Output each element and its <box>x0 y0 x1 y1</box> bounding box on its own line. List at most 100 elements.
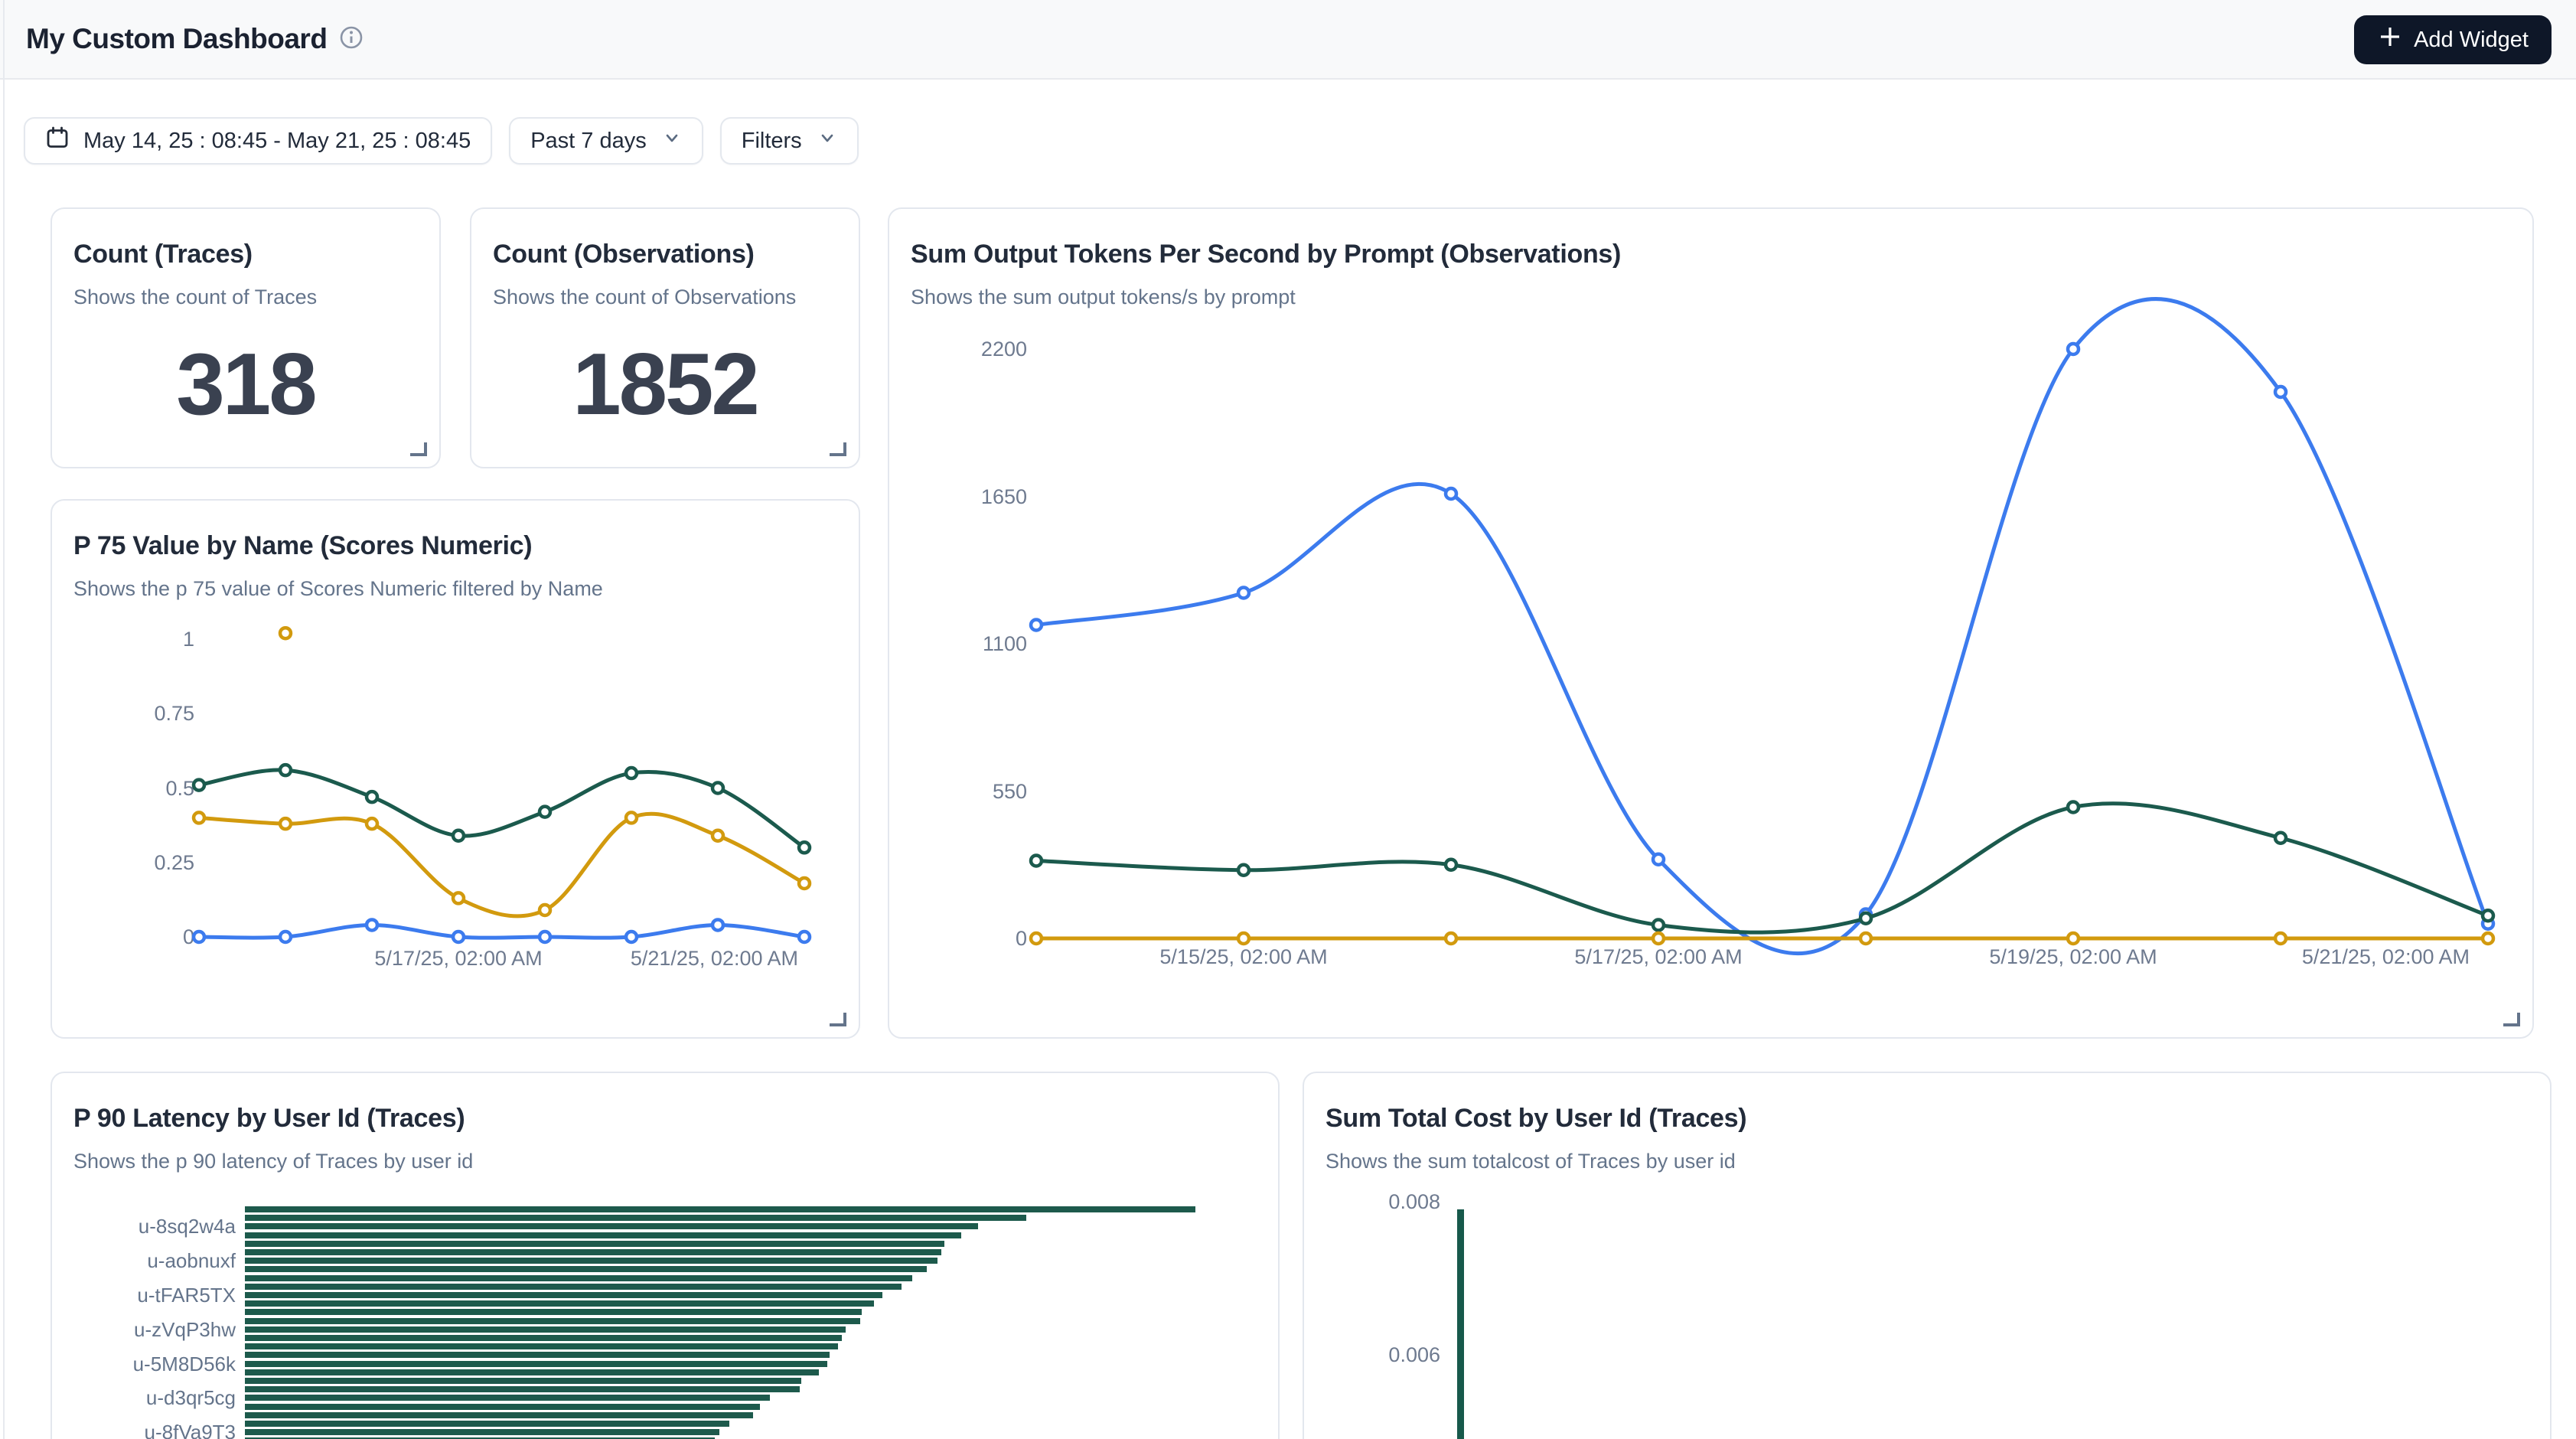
latency-bar[interactable] <box>245 1309 862 1315</box>
latency-bar[interactable] <box>245 1223 978 1229</box>
bar-row-label: u-tFAR5TX <box>52 1284 236 1306</box>
data-point-marker[interactable] <box>280 628 291 638</box>
data-point-marker[interactable] <box>540 905 550 915</box>
data-point-marker[interactable] <box>2275 833 2286 843</box>
info-icon[interactable] <box>339 25 364 54</box>
data-point-marker[interactable] <box>799 842 810 853</box>
line-series-path <box>1036 804 2488 932</box>
latency-bar[interactable] <box>245 1412 753 1418</box>
count-observations-value: 1852 <box>471 334 859 435</box>
time-preset-dropdown[interactable]: Past 7 days <box>509 117 703 165</box>
latency-bar[interactable] <box>245 1335 842 1341</box>
data-point-marker[interactable] <box>1238 588 1249 599</box>
latency-bar[interactable] <box>245 1352 830 1358</box>
latency-bar[interactable] <box>245 1206 1195 1212</box>
data-point-marker[interactable] <box>1238 933 1249 944</box>
data-point-marker[interactable] <box>367 791 377 802</box>
data-point-marker[interactable] <box>2068 344 2079 354</box>
data-point-marker[interactable] <box>712 830 723 841</box>
widget-description: Shows the p 90 latency of Traces by user… <box>73 1150 473 1173</box>
data-point-marker[interactable] <box>280 765 291 775</box>
data-point-marker[interactable] <box>626 812 637 823</box>
data-point-marker[interactable] <box>1860 913 1871 924</box>
data-point-marker[interactable] <box>194 780 204 791</box>
widget-description: Shows the sum totalcost of Traces by use… <box>1325 1150 1736 1173</box>
latency-bar[interactable] <box>245 1361 827 1367</box>
data-point-marker[interactable] <box>712 919 723 930</box>
data-point-marker[interactable] <box>1031 856 1042 866</box>
data-point-marker[interactable] <box>2483 910 2493 921</box>
latency-bar[interactable] <box>245 1275 912 1281</box>
time-preset-value: Past 7 days <box>530 129 647 154</box>
data-point-marker[interactable] <box>367 919 377 930</box>
data-point-marker[interactable] <box>280 932 291 942</box>
latency-bar[interactable] <box>245 1258 937 1264</box>
data-point-marker[interactable] <box>712 783 723 794</box>
data-point-marker[interactable] <box>2068 933 2079 944</box>
latency-bar[interactable] <box>245 1421 729 1427</box>
data-point-marker[interactable] <box>1031 620 1042 631</box>
bar-row-label: u-zVqP3hw <box>52 1319 236 1340</box>
data-point-marker[interactable] <box>2275 387 2286 397</box>
widget-description: Shows the count of Traces <box>73 286 317 309</box>
data-point-marker[interactable] <box>453 932 464 942</box>
filters-label: Filters <box>742 129 802 154</box>
resize-handle-icon[interactable] <box>410 442 427 456</box>
latency-bar[interactable] <box>245 1386 800 1392</box>
latency-bar[interactable] <box>245 1378 801 1384</box>
tokens-per-second-plot <box>889 209 2532 1037</box>
data-point-marker[interactable] <box>1860 933 1871 944</box>
data-point-marker[interactable] <box>626 932 637 942</box>
latency-bar[interactable] <box>245 1284 902 1290</box>
data-point-marker[interactable] <box>280 818 291 829</box>
latency-bar[interactable] <box>245 1326 846 1333</box>
data-point-marker[interactable] <box>453 830 464 841</box>
data-point-marker[interactable] <box>1446 860 1456 870</box>
latency-bar[interactable] <box>245 1292 882 1298</box>
data-point-marker[interactable] <box>1446 933 1456 944</box>
data-point-marker[interactable] <box>194 812 204 823</box>
data-point-marker[interactable] <box>1031 933 1042 944</box>
latency-bar[interactable] <box>245 1232 961 1238</box>
resize-handle-icon[interactable] <box>830 442 846 456</box>
latency-bar[interactable] <box>245 1266 927 1272</box>
bar-row-label: u-d3qr5cg <box>52 1387 236 1408</box>
add-widget-button[interactable]: Add Widget <box>2354 15 2552 64</box>
data-point-marker[interactable] <box>1446 488 1456 499</box>
data-point-marker[interactable] <box>626 768 637 778</box>
latency-bar[interactable] <box>245 1300 874 1307</box>
latency-bar[interactable] <box>245 1404 760 1410</box>
data-point-marker[interactable] <box>799 932 810 942</box>
data-point-marker[interactable] <box>540 807 550 817</box>
data-point-marker[interactable] <box>367 818 377 829</box>
data-point-marker[interactable] <box>194 932 204 942</box>
chevron-down-icon <box>817 128 837 154</box>
latency-bar[interactable] <box>245 1215 1026 1221</box>
data-point-marker[interactable] <box>1653 933 1664 944</box>
data-point-marker[interactable] <box>2068 802 2079 813</box>
latency-bar[interactable] <box>245 1241 944 1247</box>
data-point-marker[interactable] <box>2275 933 2286 944</box>
y-axis-tick-label: 0.006 <box>1304 1343 1440 1366</box>
date-range-picker[interactable]: May 14, 25 : 08:45 - May 21, 25 : 08:45 <box>24 117 492 165</box>
cost-bar[interactable] <box>1457 1209 1464 1439</box>
data-point-marker[interactable] <box>1653 920 1664 931</box>
latency-bar[interactable] <box>245 1369 819 1375</box>
widget-total-cost-chart: Sum Total Cost by User Id (Traces) Shows… <box>1303 1072 2552 1439</box>
data-point-marker[interactable] <box>540 932 550 942</box>
latency-bar[interactable] <box>245 1429 719 1435</box>
bar-row-label: u-aobnuxf <box>52 1250 236 1271</box>
data-point-marker[interactable] <box>1653 854 1664 865</box>
latency-bar[interactable] <box>245 1318 860 1324</box>
widget-title: P 90 Latency by User Id (Traces) <box>73 1104 465 1134</box>
content-left-divider <box>3 0 5 1439</box>
widget-title: Sum Total Cost by User Id (Traces) <box>1325 1104 1746 1134</box>
latency-bar[interactable] <box>245 1395 770 1401</box>
data-point-marker[interactable] <box>2483 933 2493 944</box>
data-point-marker[interactable] <box>799 878 810 889</box>
filters-dropdown[interactable]: Filters <box>720 117 859 165</box>
data-point-marker[interactable] <box>1238 865 1249 876</box>
latency-bar[interactable] <box>245 1343 838 1349</box>
latency-bar[interactable] <box>245 1249 941 1255</box>
data-point-marker[interactable] <box>453 892 464 903</box>
